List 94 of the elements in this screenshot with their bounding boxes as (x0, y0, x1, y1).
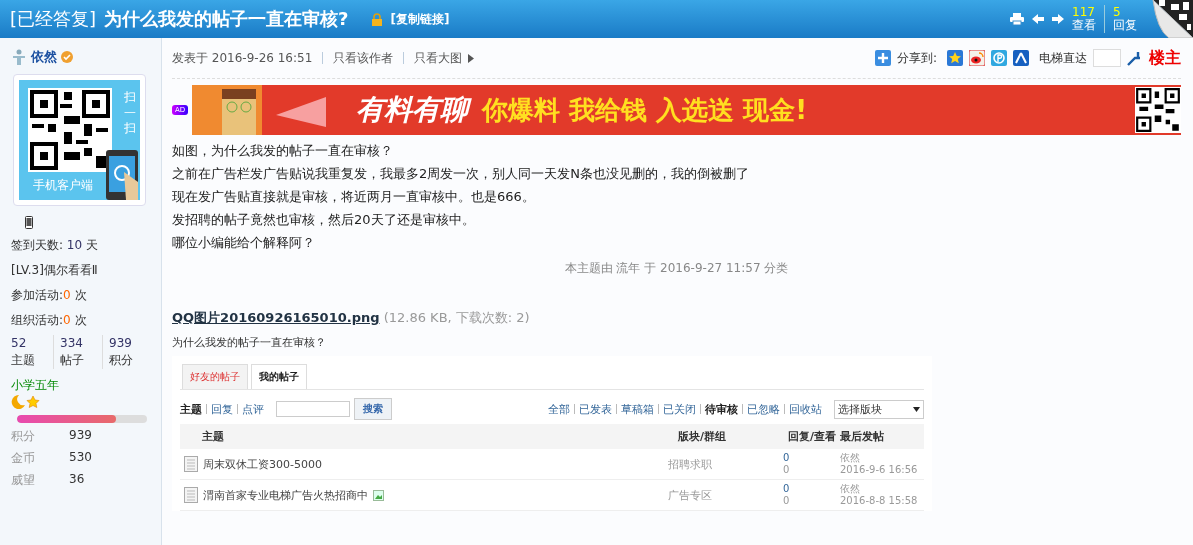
play-arrow-icon[interactable] (468, 53, 475, 63)
status-filter[interactable]: 草稿箱 (621, 401, 654, 417)
search-field[interactable] (276, 401, 350, 417)
column-header: 最后发帖 (840, 429, 885, 444)
credit-label: 威望 (11, 472, 36, 489)
author-name[interactable]: 依然 (31, 48, 57, 66)
count-value[interactable]: 334 (60, 335, 96, 352)
phone-tap-icon (104, 148, 140, 200)
view-label: 查看 (1072, 19, 1096, 32)
credit-value: 530 (69, 450, 92, 466)
post-text-line: 如图，为什么我发的帖子一直在审核？ (172, 142, 394, 160)
tab[interactable]: 好友的帖子 (182, 364, 248, 389)
ad-banner[interactable]: 有料有聊 你爆料 我给钱 入选送 现金! (192, 85, 1181, 135)
thread-title-link[interactable]: 渭南首家专业电梯广告火热招商中 (203, 487, 368, 503)
reply-count: 5 (1113, 6, 1122, 19)
eye-share-icon[interactable] (969, 50, 985, 66)
document-icon (184, 487, 198, 503)
status-filter[interactable]: 全部 (548, 401, 570, 417)
count-label: 主题 (11, 352, 36, 369)
credit-label: 积分 (11, 428, 36, 445)
moderation-note: 本主题由 流年 于 2016-9-27 11:57 分类 (563, 260, 790, 277)
last-post-time: 2016-8-8 15:58 (840, 495, 919, 507)
user-rank: 小学五年 (11, 377, 59, 394)
page-curl-qr-icon[interactable] (1149, 0, 1193, 38)
app-caption: 手机客户端 (33, 177, 93, 194)
floor-label: 楼主 (1149, 47, 1181, 69)
type-filter[interactable]: 点评 (242, 401, 264, 417)
credit-label: 金币 (11, 450, 36, 467)
person-share-icon[interactable] (1013, 50, 1029, 66)
post-text-line: 之前在广告栏发广告贴说我重复发，我最多2周发一次，别人同一天发N条也没见删的，我的倒被删了 (172, 165, 750, 183)
verified-badge-icon (61, 51, 73, 63)
post-date: 发表于 2016-9-26 16:51 (172, 49, 313, 67)
column-header: 主题 (202, 429, 225, 444)
status-filter[interactable]: 待审核 (705, 401, 738, 417)
status-filter[interactable]: 已关闭 (663, 401, 696, 417)
document-icon (184, 456, 198, 472)
plus-icon[interactable] (874, 50, 891, 66)
floor-input[interactable] (1093, 49, 1121, 67)
share-label: 分享到: (896, 49, 937, 67)
attachment-caption: 为什么我发的帖子一直在审核？ (172, 335, 327, 350)
only-images-link[interactable]: 只看大图 (414, 49, 463, 67)
forum-select[interactable]: 选择版块 (834, 399, 924, 419)
activity-count: 组织活动:0 次 (11, 312, 87, 329)
last-post-time: 2016-9-6 16:56 (840, 464, 919, 476)
column-header: 版块/群组 (678, 429, 728, 444)
reply-count: 0 (783, 452, 791, 464)
status-filter[interactable]: 已发表 (579, 401, 612, 417)
moon-star-icon (11, 394, 41, 409)
jump-label: 电梯直达 (1039, 49, 1087, 67)
qr-code-icon (1135, 87, 1181, 133)
credit-value: 939 (69, 428, 92, 444)
p-circle-share-icon[interactable] (991, 50, 1007, 66)
attachment-link[interactable]: QQ图片20160926165010.png (172, 310, 380, 325)
post-text-line: 发招聘的帖子竟然也审核，然后20天了还是审核中。 (172, 211, 476, 229)
jump-arrow-icon[interactable] (1127, 50, 1143, 66)
thread-title-link[interactable]: 周末双休工资300-5000 (203, 456, 322, 472)
copy-link[interactable]: [复制链接] (390, 10, 450, 28)
view-count: 0 (783, 495, 791, 507)
type-filter[interactable]: 主题 (180, 401, 202, 417)
status-tag: [已经答复] (10, 7, 97, 31)
view-count: 0 (783, 464, 791, 476)
star-share-icon[interactable] (947, 50, 963, 66)
column-header: 回复/查看 (788, 429, 838, 444)
user-icon (11, 49, 27, 65)
count-value[interactable]: 939 (109, 335, 145, 352)
dropdown-caret-icon (913, 406, 920, 412)
tab[interactable]: 我的帖子 (251, 364, 307, 389)
search-button[interactable]: 搜索 (354, 398, 392, 420)
count-label: 帖子 (60, 352, 85, 369)
print-icon[interactable] (1010, 13, 1024, 25)
mobile-phone-icon (25, 216, 33, 229)
count-value[interactable]: 52 (11, 335, 47, 352)
previous-arrow-icon[interactable] (1032, 14, 1044, 24)
status-filter[interactable]: 已忽略 (747, 401, 780, 417)
credit-value: 36 (69, 472, 85, 488)
activity-count: 参加活动:0 次 (11, 287, 87, 304)
reply-count: 0 (783, 483, 791, 495)
post-text-line: 哪位小编能给个解释阿？ (172, 234, 316, 252)
view-count: 117 (1072, 6, 1096, 19)
checkin-days: 签到天数: 10 天 (11, 237, 98, 254)
banner-text: 你爆料 我给钱 入选送 现金! (482, 93, 809, 127)
scan-label: 扫一扫 (124, 90, 136, 137)
only-author-link[interactable]: 只看该作者 (333, 49, 394, 67)
reply-label: 回复 (1113, 19, 1137, 32)
qr-code-icon (28, 88, 112, 172)
next-arrow-icon[interactable] (1052, 14, 1064, 24)
user-level: [LV.3]偶尔看看Ⅱ (11, 262, 98, 279)
post-text-line: 现在发广告贴直接就是审核，将近两月一直审核中。也是666。 (172, 188, 536, 206)
attachment-info: (12.86 KB, 下载次数: 2) (383, 310, 530, 325)
count-label: 积分 (109, 352, 134, 369)
status-filter[interactable]: 回收站 (789, 401, 822, 417)
thread-title: 为什么我发的帖子一直在审核? (104, 7, 349, 31)
type-filter[interactable]: 回复 (211, 401, 233, 417)
lock-icon (370, 12, 383, 26)
